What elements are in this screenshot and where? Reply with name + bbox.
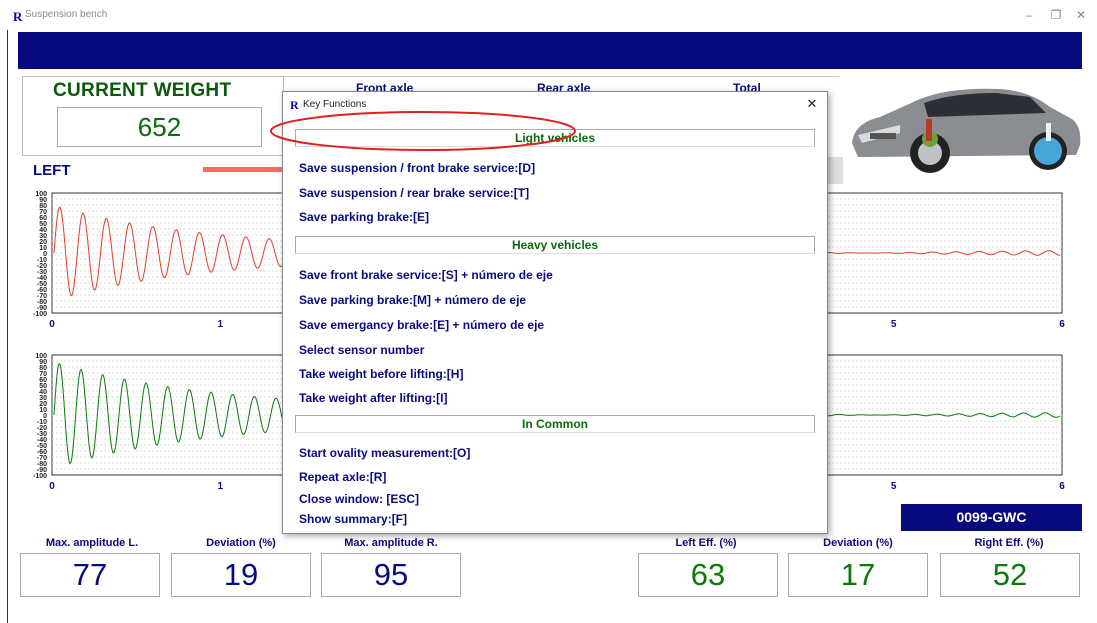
- key-functions-dialog: R Key Functions ✕ Light vehicles Save su…: [282, 91, 828, 534]
- car-icon: [852, 88, 1081, 173]
- left-efficiency-label: Left Eff. (%): [675, 537, 737, 549]
- minimize-button[interactable]: –: [1019, 6, 1039, 24]
- key-item: Save parking brake:[E]: [299, 210, 430, 224]
- restore-button[interactable]: ❐: [1046, 6, 1066, 24]
- title-bar: R Suspension bench – ❐ ✕: [0, 0, 1097, 30]
- side-label: LEFT: [33, 162, 71, 179]
- key-item: Take weight before lifting:[H]: [299, 367, 464, 381]
- key-item: Start ovality measurement:[O]: [299, 446, 471, 460]
- close-window-button[interactable]: ✕: [1071, 6, 1091, 24]
- red-highlight-ellipse: [270, 111, 576, 151]
- key-item: Save front brake service:[S] + número de…: [299, 268, 553, 282]
- key-item: Save suspension / front brake service:[D…: [299, 161, 536, 175]
- left-level-bar: [203, 167, 293, 172]
- key-item: Select sensor number: [299, 343, 425, 357]
- x-tick-label: 1: [218, 319, 224, 330]
- license-plate: 0099-GWC: [901, 504, 1082, 531]
- key-item: Save parking brake:[M] + número de eje: [299, 293, 527, 307]
- x-tick-label: 1: [218, 481, 224, 492]
- left-efficiency-value: 63: [638, 553, 778, 597]
- dialog-close-button[interactable]: ✕: [803, 95, 821, 113]
- deviation-left-label: Deviation (%): [206, 537, 276, 549]
- x-tick-label: 6: [1059, 319, 1065, 330]
- key-item: Save emergancy brake:[E] + número de eje: [299, 318, 545, 332]
- current-weight-title: CURRENT WEIGHT: [53, 80, 232, 101]
- x-tick-label: 0: [49, 319, 55, 330]
- current-weight-display: 652: [57, 107, 262, 147]
- deviation-right-label: Deviation (%): [823, 537, 893, 549]
- right-efficiency-value: 52: [940, 553, 1080, 597]
- key-item: Repeat axle:[R]: [299, 470, 387, 484]
- suspension-bench-window: R Suspension bench – ❐ ✕ CURRENT WEIGHT …: [0, 0, 1097, 623]
- key-item: Take weight after lifting:[I]: [299, 391, 448, 405]
- window-title: Suspension bench: [25, 9, 108, 20]
- deviation-left-value: 19: [171, 553, 311, 597]
- key-item: Close window: [ESC]: [299, 492, 419, 506]
- max-amplitude-left-value: 77: [20, 553, 160, 597]
- x-tick-label: 6: [1059, 481, 1065, 492]
- y-tick-label: -100: [33, 473, 47, 480]
- max-amplitude-right-label: Max. amplitude R.: [344, 537, 438, 549]
- section-in-common: In Common: [295, 415, 815, 433]
- max-amplitude-left-label: Max. amplitude L.: [45, 537, 139, 549]
- max-amplitude-right-value: 95: [321, 553, 461, 597]
- x-tick-label: 5: [891, 319, 897, 330]
- current-weight-value: 652: [137, 112, 182, 142]
- app-logo-icon: R: [13, 9, 23, 24]
- section-heavy-vehicles: Heavy vehicles: [295, 236, 815, 254]
- y-tick-label: -100: [33, 311, 47, 318]
- x-tick-label: 0: [49, 481, 55, 492]
- deviation-right-value: 17: [788, 553, 928, 597]
- top-blue-banner: [18, 32, 1082, 69]
- key-item: Save suspension / rear brake service:[T]: [299, 186, 530, 200]
- dialog-title: Key Functions: [303, 99, 367, 110]
- x-tick-label: 5: [891, 481, 897, 492]
- right-efficiency-label: Right Eff. (%): [974, 537, 1044, 549]
- key-item: Show summary:[F]: [299, 512, 408, 526]
